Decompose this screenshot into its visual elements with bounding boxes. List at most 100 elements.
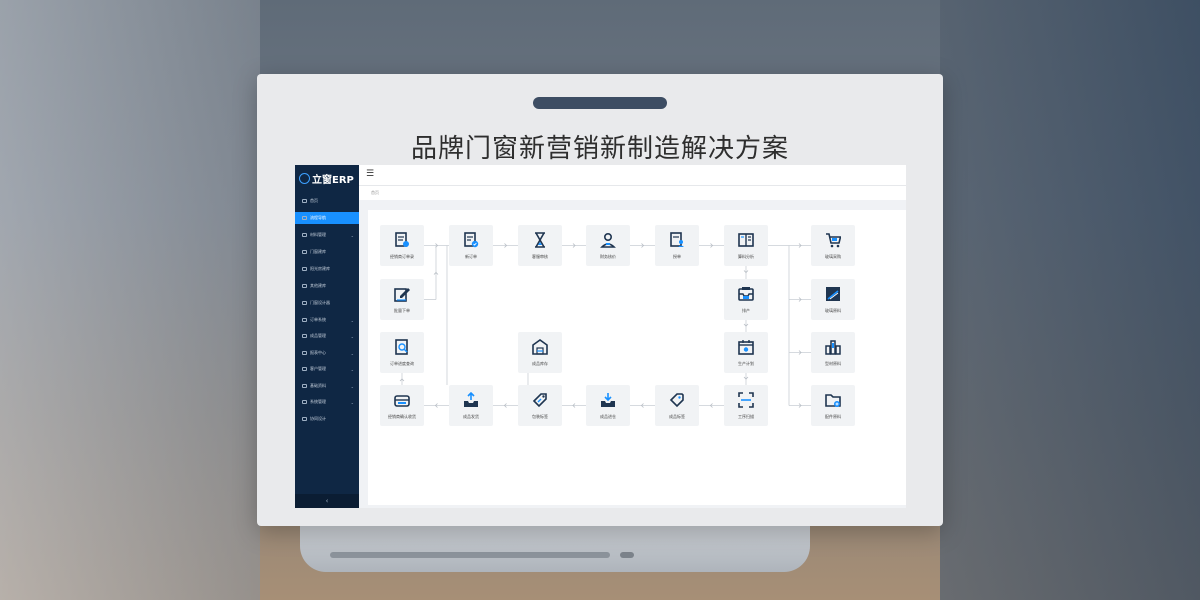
sidebar-item[interactable]: 门窗建库 <box>295 246 359 258</box>
sidebar-item-label: 其他建库 <box>310 283 326 288</box>
pen-icon <box>394 286 410 302</box>
flow-node-label: 批量下单 <box>394 308 410 313</box>
decorative-pill <box>533 97 667 109</box>
flow-node[interactable]: 经销商确认收货 <box>380 385 424 426</box>
flow-node-label: 生产计划 <box>738 361 754 366</box>
flow-panel: 经销商订单录 新订单 客服审核 财务核价 授单 算料分析 玻璃采购批量下单 排产 玻璃原料订单进… <box>368 210 906 505</box>
book-icon <box>738 232 754 248</box>
flow-node-label: 成品标签 <box>669 414 685 419</box>
sidebar-item-label: 报表中心 <box>310 350 326 355</box>
sidebar-item-label: 材料管理 <box>310 232 326 237</box>
promo-card: 品牌门窗新营销新制造解决方案 立窗ERP 首页 流程导航 材料管理 ⌄ 门窗建库 阳光房建… <box>257 74 943 526</box>
document-person-icon <box>669 232 685 248</box>
menu-icon <box>302 199 307 203</box>
flow-node-label: 成品库存 <box>532 361 548 366</box>
sidebar-item[interactable]: 成品管理 ⌄ <box>295 330 359 342</box>
flow-node-label: 工序扫描 <box>738 414 754 419</box>
sidebar-item[interactable]: 门窗设计器 <box>295 297 359 309</box>
sidebar-item[interactable]: 流程导航 <box>295 212 359 224</box>
chevron-down-icon: ⌄ <box>350 350 354 356</box>
sidebar-item-label: 基础资料 <box>310 383 326 388</box>
flow-node-label: 成品进仓 <box>600 414 616 419</box>
chevron-down-icon: ⌄ <box>350 399 354 405</box>
menu-icon <box>302 384 307 388</box>
logo-icon <box>299 172 310 184</box>
sidebar-item[interactable]: 订单系统 ⌄ <box>295 314 359 326</box>
flow-node-label: 财务核价 <box>600 254 616 259</box>
sidebar-item[interactable]: 报表中心 ⌄ <box>295 347 359 359</box>
laptop-slot <box>330 552 610 558</box>
sidebar-item[interactable]: 首页 <box>295 195 359 207</box>
app-logo: 立窗ERP <box>299 171 354 186</box>
background-left <box>0 0 260 600</box>
sidebar-item-label: 首页 <box>310 198 318 203</box>
hourglass-icon <box>532 232 548 248</box>
menu-toggle-icon[interactable]: ☰ <box>366 169 374 179</box>
sidebar-item-label: 阳光房建库 <box>310 266 330 271</box>
flow-node[interactable]: 排产 <box>724 279 768 320</box>
sidebar-item[interactable]: 材料管理 ⌄ <box>295 229 359 241</box>
tray-out-icon <box>463 391 479 408</box>
laptop-base <box>300 520 810 572</box>
flow-node[interactable]: 玻璃原料 <box>811 279 855 320</box>
flow-node-label: 玻璃采购 <box>825 254 841 259</box>
top-bar: ☰ <box>359 165 906 186</box>
menu-icon <box>302 367 307 371</box>
label-icon <box>669 392 685 408</box>
flow-node-label: 排产 <box>742 308 750 313</box>
flow-node-label: 型材原料 <box>825 361 841 366</box>
logo-text: 立窗ERP <box>312 174 354 186</box>
sidebar-item[interactable]: 客户管理 ⌄ <box>295 363 359 375</box>
flow-node[interactable]: 批量下单 <box>380 279 424 320</box>
flow-node-label: 订单进度查询 <box>390 361 414 366</box>
flow-node[interactable]: 包装标签 <box>518 385 562 426</box>
flow-node[interactable]: 经销商订单录 <box>380 225 424 266</box>
search-doc-icon <box>394 339 410 355</box>
chevron-down-icon: ⌄ <box>350 333 354 339</box>
flow-node[interactable]: 成品标签 <box>655 385 699 426</box>
sidebar-item[interactable]: 基础资料 ⌄ <box>295 380 359 392</box>
flow-node[interactable]: 成品进仓 <box>586 385 630 426</box>
flow-node-label: 新订单 <box>465 254 477 259</box>
sidebar-collapse-button[interactable]: ‹ <box>295 494 359 508</box>
flow-node-label: 授单 <box>673 254 681 259</box>
document-check-icon <box>463 232 479 248</box>
flow-node-label: 经销商订单录 <box>390 254 414 259</box>
calendar-icon <box>738 339 754 355</box>
breadcrumb[interactable]: 首页 <box>371 190 379 196</box>
flow-node[interactable]: 配件原料 <box>811 385 855 426</box>
cart-icon <box>825 232 842 248</box>
flow-node[interactable]: 玻璃采购 <box>811 225 855 266</box>
tag-icon <box>532 392 548 408</box>
flow-node[interactable]: 成品库存 <box>518 332 562 373</box>
sidebar-item-label: 客户管理 <box>310 366 326 371</box>
sidebar-item-label: 系统管理 <box>310 399 326 404</box>
flow-node[interactable]: 新订单 <box>449 225 493 266</box>
chevron-down-icon: ⌄ <box>350 383 354 389</box>
sidebar-item-label: 订单系统 <box>310 317 326 322</box>
sidebar: 立窗ERP 首页 流程导航 材料管理 ⌄ 门窗建库 阳光房建库 其他建库 门窗设计器 订单系统 ⌄… <box>295 165 359 508</box>
flow-node[interactable]: 订单进度查询 <box>380 332 424 373</box>
inbox-icon <box>738 286 754 302</box>
flow-node-label: 经销商确认收货 <box>388 414 416 419</box>
flow-node[interactable]: 成品发货 <box>449 385 493 426</box>
sidebar-item[interactable]: 系统管理 ⌄ <box>295 396 359 408</box>
sidebar-item[interactable]: 其他建库 <box>295 280 359 292</box>
flow-node[interactable]: 财务核价 <box>586 225 630 266</box>
sidebar-item-label: 成品管理 <box>310 333 326 338</box>
menu-icon <box>302 417 307 421</box>
flow-node-label: 算料分析 <box>738 254 754 259</box>
sidebar-item[interactable]: 阳光房建库 <box>295 263 359 275</box>
sidebar-item[interactable]: 协同设计 <box>295 413 359 425</box>
flow-node[interactable]: 授单 <box>655 225 699 266</box>
sidebar-item-label: 流程导航 <box>310 215 326 220</box>
glass-icon <box>825 286 841 302</box>
erp-screenshot: 立窗ERP 首页 流程导航 材料管理 ⌄ 门窗建库 阳光房建库 其他建库 门窗设计器 订单系统 ⌄… <box>295 165 906 508</box>
laptop-led <box>620 552 634 558</box>
flow-node[interactable]: 客服审核 <box>518 225 562 266</box>
scan-icon <box>738 392 754 408</box>
flow-node[interactable]: 算料分析 <box>724 225 768 266</box>
flow-node[interactable]: 生产计划 <box>724 332 768 373</box>
flow-node[interactable]: 型材原料 <box>811 332 855 373</box>
flow-node[interactable]: 工序扫描 <box>724 385 768 426</box>
